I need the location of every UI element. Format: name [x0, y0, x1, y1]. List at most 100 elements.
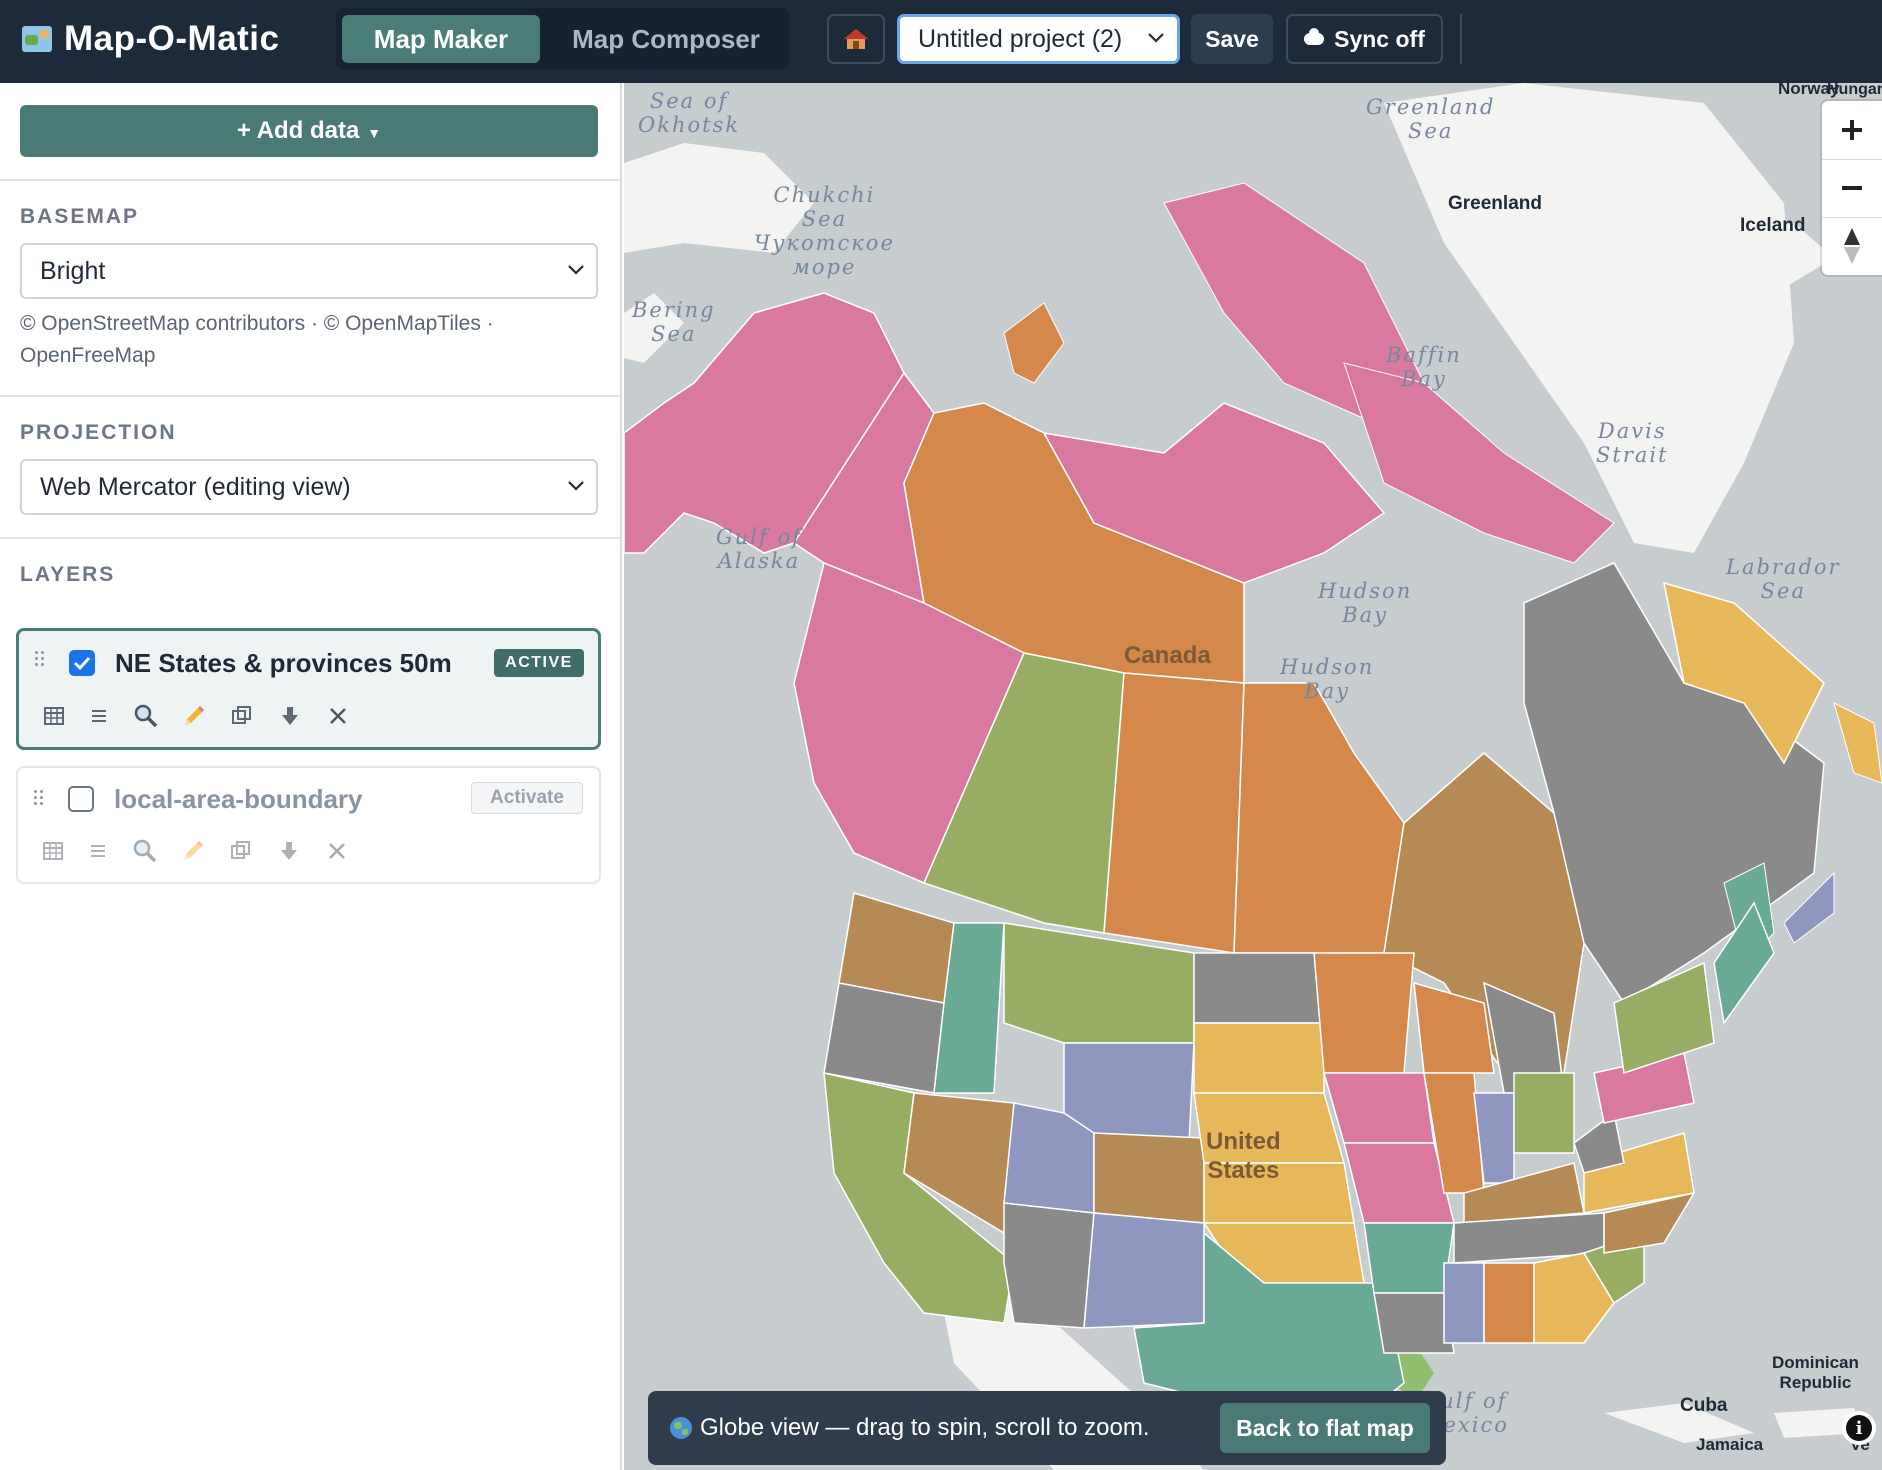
- saskatchewan: [1103, 672, 1245, 954]
- water-label: Gulf of Alaska: [716, 525, 802, 573]
- app-logo[interactable]: Map-O-Matic: [22, 18, 280, 60]
- country-label: United States: [1206, 1128, 1281, 1184]
- checkmark-icon: [73, 656, 91, 671]
- chevron-down-icon: [568, 481, 584, 491]
- projection-select[interactable]: Web Mercator (editing view): [20, 459, 598, 515]
- project-name: Untitled project (2): [918, 24, 1123, 53]
- place-label: Jamaica: [1696, 1435, 1764, 1454]
- remove-icon[interactable]: [322, 836, 352, 866]
- layers-heading: LAYERS: [20, 563, 116, 586]
- chevron-down-icon: [568, 265, 584, 275]
- edit-style-icon[interactable]: [179, 701, 209, 731]
- basemap-heading: BASEMAP: [20, 205, 140, 228]
- arkansas: [1363, 1222, 1455, 1294]
- add-data-label: + Add data: [236, 117, 360, 144]
- place-label: Cuba: [1680, 1395, 1728, 1416]
- zoom-to-icon[interactable]: [131, 701, 161, 731]
- duplicate-icon[interactable]: [227, 701, 257, 731]
- globe-view-text-wrap: Globe view — drag to spin, scroll to zoo…: [670, 1414, 1150, 1442]
- minnesota: [1313, 952, 1415, 1074]
- layer-card[interactable]: local-area-boundary Activate: [16, 766, 601, 884]
- alabama: [1483, 1262, 1535, 1344]
- layer-visibility-checkbox[interactable]: [68, 786, 94, 812]
- active-badge: ACTIVE: [494, 649, 584, 677]
- sidebar: + Add data ▼ BASEMAP Bright © OpenStreet…: [0, 83, 622, 1470]
- ohio: [1513, 1072, 1575, 1154]
- table-icon[interactable]: [39, 701, 69, 731]
- legend-icon[interactable]: [84, 701, 114, 731]
- minus-icon: [1842, 186, 1862, 190]
- water-label: Hudson Bay: [1280, 655, 1375, 703]
- place-label: Dominican Republic: [1772, 1353, 1859, 1392]
- map-canvas[interactable]: Sea of Okhotsk Chukchi Sea Чукотское море Be…: [624, 83, 1882, 1470]
- activate-button[interactable]: Activate: [471, 782, 583, 814]
- app-title: Map-O-Matic: [64, 19, 280, 58]
- section-divider: [0, 179, 620, 181]
- tab-map-maker[interactable]: Map Maker: [342, 15, 540, 63]
- water-label: Davis Strait: [1596, 419, 1669, 467]
- house-icon: [844, 29, 868, 49]
- north-dakota: [1193, 952, 1325, 1024]
- edit-style-icon[interactable]: [178, 836, 208, 866]
- layer-name[interactable]: local-area-boundary: [114, 784, 363, 815]
- zoom-in-button[interactable]: [1822, 101, 1882, 159]
- info-icon: i: [1846, 1415, 1872, 1441]
- arizona: [1003, 1202, 1095, 1329]
- water-label: Chukchi Sea Чукотское море: [754, 183, 895, 279]
- map-base: [624, 83, 1882, 1470]
- project-select[interactable]: Untitled project (2): [897, 14, 1180, 64]
- drag-handle-icon[interactable]: [34, 790, 44, 808]
- south-dakota: [1193, 1022, 1325, 1094]
- section-divider: [0, 395, 620, 397]
- place-label: Hungar: [1827, 83, 1882, 98]
- iowa: [1323, 1072, 1435, 1144]
- globe-icon: [670, 1417, 692, 1439]
- legend-icon[interactable]: [83, 836, 113, 866]
- water-label: Bering Sea: [632, 298, 716, 346]
- country-label: Canada: [1124, 642, 1211, 669]
- place-label: Greenland: [1448, 193, 1542, 214]
- drag-handle-icon[interactable]: [35, 651, 45, 669]
- duplicate-icon[interactable]: [226, 836, 256, 866]
- zoom-to-icon[interactable]: [130, 836, 160, 866]
- zoom-controls: [1822, 101, 1882, 275]
- map-icon: [22, 26, 52, 52]
- caret-down-icon: ▼: [367, 125, 382, 141]
- new-mexico: [1083, 1212, 1205, 1329]
- layer-card[interactable]: NE States & provinces 50m ACTIVE: [16, 628, 601, 750]
- download-icon[interactable]: [275, 701, 305, 731]
- top-bar: Map-O-Matic Map Maker Map Composer Untit…: [0, 0, 1882, 83]
- basemap-value: Bright: [40, 256, 106, 285]
- mode-switcher: Map Maker Map Composer: [336, 8, 790, 70]
- add-data-button[interactable]: + Add data ▼: [20, 105, 598, 157]
- water-label: Labrador Sea: [1726, 555, 1841, 603]
- newfoundland: [1833, 702, 1882, 784]
- west-virginia: [1573, 1111, 1625, 1174]
- save-button[interactable]: Save: [1191, 14, 1273, 64]
- back-to-flat-map-button[interactable]: Back to flat map: [1220, 1403, 1430, 1453]
- table-icon[interactable]: [38, 836, 68, 866]
- basemap-select[interactable]: Bright: [20, 243, 598, 299]
- section-divider: [0, 537, 620, 539]
- sync-button[interactable]: Sync off: [1286, 14, 1443, 64]
- tab-map-composer[interactable]: Map Composer: [550, 15, 782, 63]
- layer-visibility-checkbox[interactable]: [69, 650, 95, 676]
- attribution-info-button[interactable]: i: [1842, 1411, 1876, 1445]
- home-button[interactable]: [827, 14, 885, 64]
- place-label: Iceland: [1740, 215, 1806, 236]
- remove-icon[interactable]: [323, 701, 353, 731]
- colorado: [1093, 1132, 1205, 1224]
- compass-icon: [1844, 228, 1860, 264]
- sync-label: Sync off: [1334, 25, 1425, 52]
- globe-view-banner: Globe view — drag to spin, scroll to zoo…: [648, 1391, 1446, 1465]
- zoom-out-button[interactable]: [1822, 159, 1882, 217]
- layer-name[interactable]: NE States & provinces 50m: [115, 648, 452, 679]
- louisiana: [1373, 1292, 1455, 1354]
- basemap-attribution: © OpenStreetMap contributors · © OpenMap…: [20, 312, 494, 367]
- globe-view-text: Globe view — drag to spin, scroll to zoo…: [700, 1414, 1150, 1441]
- projection-heading: PROJECTION: [20, 421, 177, 444]
- cloud-icon: [1304, 28, 1325, 45]
- download-icon[interactable]: [274, 836, 304, 866]
- compass-button[interactable]: [1822, 217, 1882, 275]
- water-label: Sea of Okhotsk: [638, 89, 741, 137]
